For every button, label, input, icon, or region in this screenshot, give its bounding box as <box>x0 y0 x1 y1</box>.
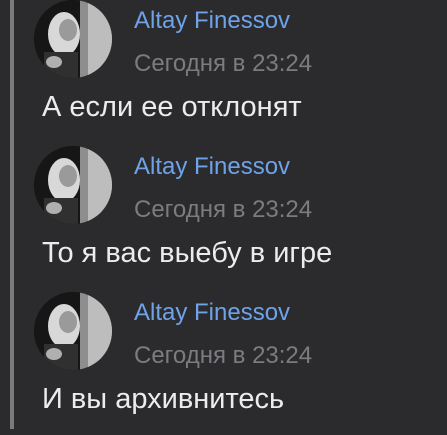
message-item: Altay Finessov Сегодня в 23:24 И вы архи… <box>0 292 447 435</box>
message-item: Altay Finessov Сегодня в 23:24 А если ее… <box>0 0 447 143</box>
user-photo-avatar[interactable] <box>34 0 112 78</box>
message-item: Altay Finessov Сегодня в 23:24 То я вас … <box>0 146 447 289</box>
message-text: А если ее отклонят <box>42 91 302 123</box>
message-text: И вы архивнитесь <box>42 383 285 415</box>
message-timestamp: Сегодня в 23:24 <box>134 342 313 369</box>
message-timestamp: Сегодня в 23:24 <box>134 196 313 223</box>
message-timestamp: Сегодня в 23:24 <box>134 50 313 77</box>
author-name[interactable]: Altay Finessov <box>134 7 290 35</box>
author-name[interactable]: Altay Finessov <box>134 153 290 181</box>
message-text: То я вас выебу в игре <box>42 237 333 269</box>
author-name[interactable]: Altay Finessov <box>134 299 290 327</box>
user-photo-avatar[interactable] <box>34 292 112 370</box>
user-photo-avatar[interactable] <box>34 146 112 224</box>
